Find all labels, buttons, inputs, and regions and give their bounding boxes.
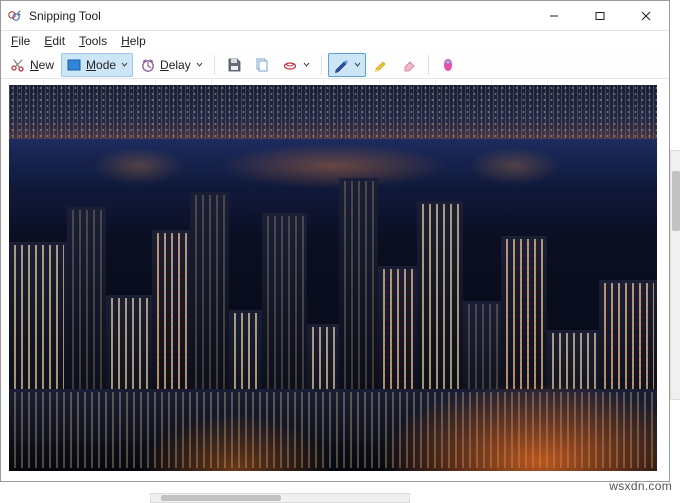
envelope-icon — [282, 57, 298, 73]
app-window: Snipping Tool File Edit Tools Help — [0, 0, 670, 482]
mode-button[interactable]: Mode — [61, 53, 133, 77]
new-button[interactable]: New — [5, 53, 59, 77]
separator — [428, 55, 429, 75]
delay-label: Delay — [160, 58, 191, 72]
captured-snip[interactable] — [9, 85, 657, 471]
copy-icon — [254, 57, 270, 73]
window-controls — [531, 1, 669, 30]
eraser-icon — [401, 57, 417, 73]
menubar: File Edit Tools Help — [1, 31, 669, 51]
chevron-down-icon — [196, 57, 203, 73]
horizontal-scrollbar[interactable] — [150, 493, 410, 503]
mode-label: Mode — [86, 58, 116, 72]
minimize-button[interactable] — [531, 1, 577, 30]
save-button[interactable] — [221, 53, 247, 77]
rectangle-mode-icon — [66, 57, 82, 73]
separator — [321, 55, 322, 75]
snip-image — [9, 85, 657, 471]
titlebar: Snipping Tool — [1, 1, 669, 31]
chevron-down-icon — [121, 57, 128, 73]
chevron-down-icon — [354, 57, 361, 73]
highlighter-icon — [373, 57, 389, 73]
paint3d-icon — [440, 57, 456, 73]
close-button[interactable] — [623, 1, 669, 30]
canvas-area — [1, 79, 669, 481]
save-icon — [226, 57, 242, 73]
pen-button[interactable] — [328, 53, 366, 77]
menu-help[interactable]: Help — [115, 32, 152, 50]
delay-button[interactable]: Delay — [135, 53, 208, 77]
copy-button[interactable] — [249, 53, 275, 77]
pen-icon — [333, 57, 349, 73]
menu-file[interactable]: File — [5, 32, 36, 50]
scrollbar-thumb[interactable] — [161, 495, 281, 501]
highlighter-button[interactable] — [368, 53, 394, 77]
eraser-button[interactable] — [396, 53, 422, 77]
scrollbar-thumb[interactable] — [672, 171, 680, 231]
scissors-icon — [10, 57, 26, 73]
send-button[interactable] — [277, 53, 315, 77]
clock-icon — [140, 57, 156, 73]
window-title: Snipping Tool — [29, 9, 531, 23]
chevron-down-icon — [303, 57, 310, 73]
new-label: New — [30, 58, 54, 72]
vertical-scrollbar[interactable] — [670, 150, 680, 400]
maximize-button[interactable] — [577, 1, 623, 30]
watermark: wsxdn.com — [609, 479, 672, 493]
paint3d-button[interactable] — [435, 53, 461, 77]
separator — [214, 55, 215, 75]
menu-edit[interactable]: Edit — [38, 32, 71, 50]
app-icon — [7, 8, 23, 24]
menu-tools[interactable]: Tools — [73, 32, 113, 50]
toolbar: New Mode — [1, 51, 669, 79]
